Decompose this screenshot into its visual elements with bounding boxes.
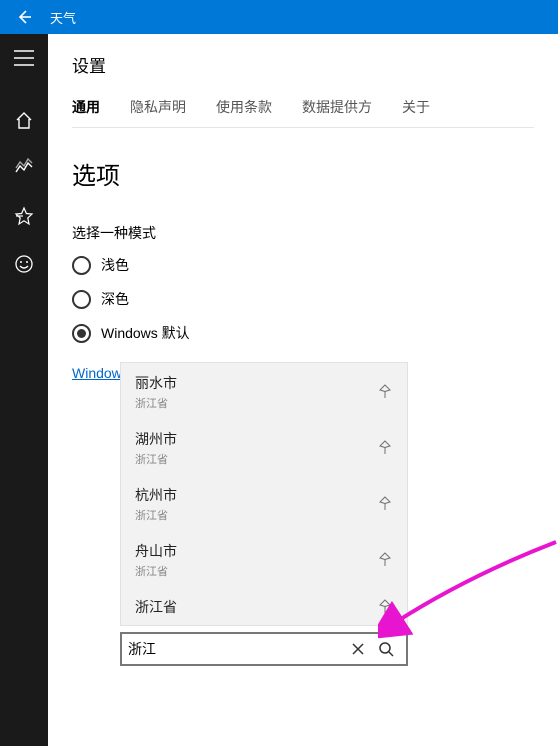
tab-privacy[interactable]: 隐私声明 (130, 97, 186, 117)
hamburger-icon (14, 50, 34, 66)
suggestion-item[interactable]: 湖州市 浙江省 (121, 419, 407, 475)
suggestion-province: 浙江省 (135, 507, 177, 523)
clear-button[interactable] (344, 635, 372, 663)
search-button[interactable] (372, 635, 400, 663)
back-button[interactable] (4, 0, 44, 34)
section-title-options: 选项 (72, 156, 534, 191)
sidebar-chart-button[interactable] (0, 144, 48, 192)
pin-icon (377, 496, 393, 512)
content-area: 设置 通用 隐私声明 使用条款 数据提供方 关于 选项 选择一种模式 浅色 深色 (48, 34, 558, 746)
page-title: 设置 (72, 52, 534, 77)
sidebar-menu-button[interactable] (0, 34, 48, 82)
pin-icon (377, 440, 393, 456)
radio-default[interactable]: Windows 默认 (72, 323, 534, 343)
radio-label: Windows 默认 (101, 323, 190, 343)
sidebar-home-button[interactable] (0, 96, 48, 144)
suggestion-province: 浙江省 (135, 395, 177, 411)
sidebar-favorites-button[interactable] (0, 192, 48, 240)
radio-light[interactable]: 浅色 (72, 255, 534, 275)
sidebar-feedback-button[interactable] (0, 240, 48, 288)
suggestion-city: 浙江省 (135, 597, 177, 617)
radio-dark[interactable]: 深色 (72, 289, 534, 309)
sidebar (0, 34, 48, 746)
suggestion-city: 舟山市 (135, 541, 177, 561)
suggestion-item[interactable]: 浙江省 (121, 587, 407, 625)
smile-icon (14, 254, 34, 274)
radio-label: 浅色 (101, 255, 129, 275)
pin-icon (377, 552, 393, 568)
back-arrow-icon (15, 8, 33, 26)
tab-terms[interactable]: 使用条款 (216, 97, 272, 117)
app-title: 天气 (50, 8, 76, 27)
location-search-input[interactable] (128, 641, 344, 657)
suggestion-province: 浙江省 (135, 563, 177, 579)
tabs: 通用 隐私声明 使用条款 数据提供方 关于 (72, 97, 534, 128)
tab-general[interactable]: 通用 (72, 97, 100, 117)
close-icon (351, 642, 365, 656)
star-icon (14, 206, 34, 226)
suggestion-item[interactable]: 丽水市 浙江省 (121, 363, 407, 419)
suggestion-panel: 丽水市 浙江省 湖州市 浙江省 杭州市 浙江省 (120, 362, 408, 626)
pin-icon (377, 599, 393, 615)
tab-providers[interactable]: 数据提供方 (302, 97, 372, 117)
suggestion-province: 浙江省 (135, 451, 177, 467)
suggestion-item[interactable]: 舟山市 浙江省 (121, 531, 407, 587)
suggestion-city: 丽水市 (135, 373, 177, 393)
tab-about[interactable]: 关于 (402, 97, 430, 117)
location-search-box[interactable] (120, 632, 408, 666)
chart-icon (14, 158, 34, 178)
suggestion-item[interactable]: 杭州市 浙江省 (121, 475, 407, 531)
home-icon (14, 110, 34, 130)
mode-label: 选择一种模式 (72, 223, 534, 243)
radio-icon (72, 324, 91, 343)
titlebar: 天气 (0, 0, 558, 34)
radio-label: 深色 (101, 289, 129, 309)
radio-icon (72, 256, 91, 275)
search-icon (378, 641, 394, 657)
suggestion-city: 杭州市 (135, 485, 177, 505)
radio-icon (72, 290, 91, 309)
suggestion-city: 湖州市 (135, 429, 177, 449)
pin-icon (377, 384, 393, 400)
